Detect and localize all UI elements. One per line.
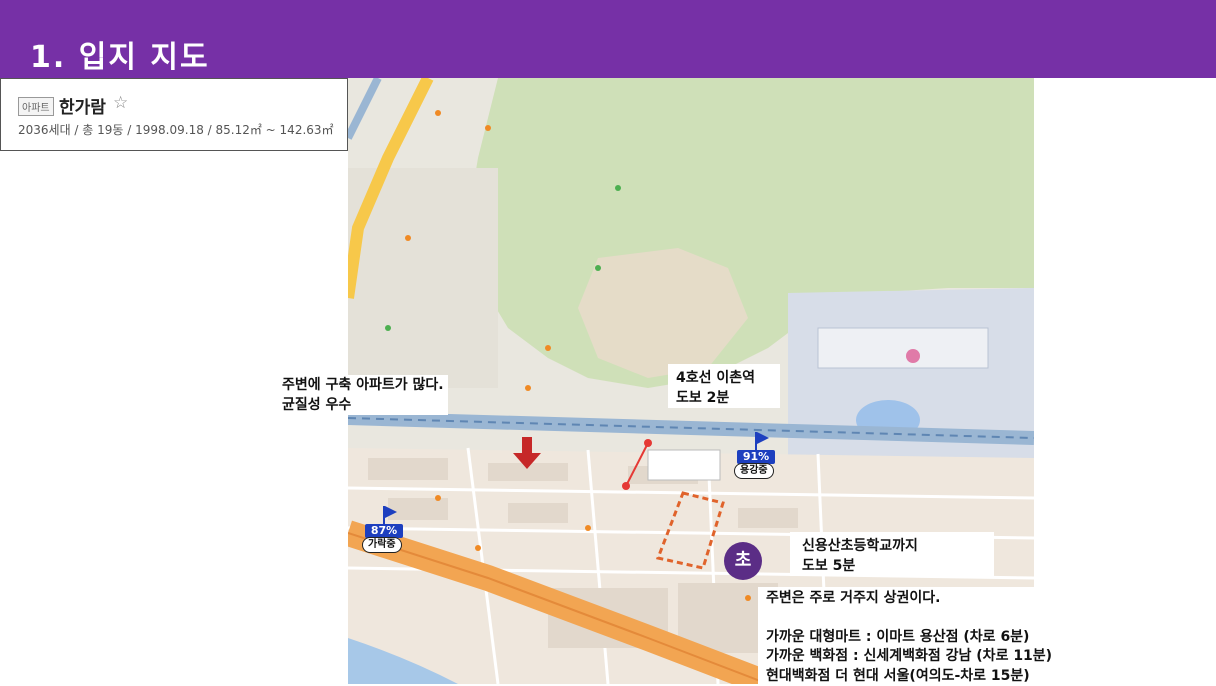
callout-line: 도보 2분 bbox=[676, 388, 772, 408]
callout-line: 가까운 대형마트 : 이마트 용산점 (차로 6분) bbox=[766, 628, 1080, 648]
elementary-school-marker[interactable]: 초 bbox=[724, 542, 762, 580]
yonggang-percent-badge: 91% bbox=[737, 450, 775, 464]
callout-line: 신용산초등학교까지 bbox=[802, 536, 982, 556]
star-icon[interactable]: ☆ bbox=[113, 93, 128, 113]
flag-icon bbox=[755, 432, 769, 450]
route-popup bbox=[648, 450, 720, 480]
garak-school-label[interactable]: 가락중 bbox=[362, 537, 402, 553]
complex-info-card[interactable]: 아파트 한가람 ☆ 2036세대 / 총 19동 / 1998.09.18 / … bbox=[0, 78, 348, 151]
callout-line: 균질성 우수 bbox=[282, 395, 444, 415]
complex-meta: 2036세대 / 총 19동 / 1998.09.18 / 85.12㎡ ~ 1… bbox=[18, 121, 334, 138]
callout-line: 4호선 이촌역 bbox=[676, 368, 772, 388]
complex-name: 한가람 bbox=[59, 93, 106, 118]
callout-elementary: 신용산초등학교까지 도보 5분 bbox=[790, 532, 994, 576]
callout-line: 도보 5분 bbox=[802, 556, 982, 576]
yonggang-school-label[interactable]: 용강중 bbox=[734, 463, 774, 479]
callout-station: 4호선 이촌역 도보 2분 bbox=[668, 364, 780, 408]
museum-marker bbox=[906, 349, 920, 363]
callout-line: 현대백화점 더 현대 서울(여의도-차로 15분) bbox=[766, 667, 1080, 686]
callout-commercial: 주변은 주로 거주지 상권이다. 가까운 대형마트 : 이마트 용산점 (차로 … bbox=[758, 587, 1088, 684]
property-type-tag: 아파트 bbox=[18, 97, 54, 116]
callout-line: 주변은 주로 거주지 상권이다. bbox=[766, 589, 1080, 609]
callout-line: 주변에 구축 아파트가 많다. bbox=[282, 375, 444, 395]
down-arrow-icon bbox=[513, 437, 541, 469]
callout-old-apartments: 주변에 구축 아파트가 많다. 균질성 우수 bbox=[278, 375, 448, 415]
flag-icon bbox=[383, 506, 397, 524]
callout-line: 가까운 백화점 : 신세계백화점 강남 (차로 11분) bbox=[766, 647, 1080, 667]
garak-percent-badge: 87% bbox=[365, 524, 403, 538]
museum-building bbox=[818, 328, 988, 368]
page-header: 1. 입지 지도 bbox=[0, 0, 1216, 78]
page-title: 1. 입지 지도 bbox=[30, 32, 210, 76]
